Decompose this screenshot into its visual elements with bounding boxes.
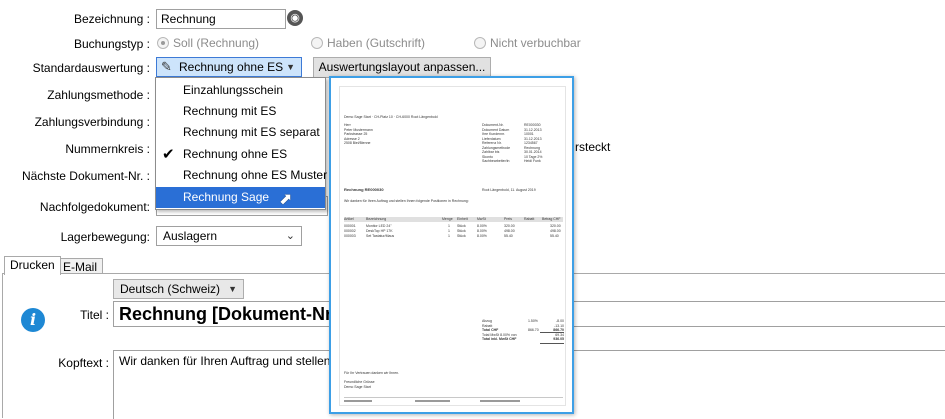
preview-total-rule [540,343,564,344]
preview-greeting-line: Freundliche Grüsse [344,380,375,384]
dropdown-item[interactable]: Rechnung mit ES separat [156,122,325,143]
preview-cell: 000003 [344,234,356,238]
preview-cell: Stück [457,229,466,233]
preview-cell: 320.00 [504,224,515,228]
preview-col: Rabatt [524,217,535,221]
preview-cell: 8.00% [477,229,487,233]
lagerbewegung-label: Lagerbewegung: [60,230,150,244]
preview-footer-text [480,400,520,402]
preview-meta-label: Sachbearbeiter/in [482,159,510,163]
preview-col: Betrag CHF [542,217,561,221]
preview-cell: 000002 [344,229,356,233]
preview-cell: 1 [448,229,450,233]
mouse-cursor-icon: ⬈ [279,191,293,208]
language-select[interactable]: Deutsch (Schweiz) ▼ [113,279,244,299]
radio-soll[interactable]: Soll (Rechnung) [157,36,259,50]
preview-cell: 55.40 [550,234,559,238]
preview-page: Demo Sage Start · CH-Platz 10 · CH-6000 … [339,86,566,406]
buchungstyp-label: Buchungstyp : [73,37,150,51]
naechste-dokument-label: Nächste Dokument-Nr. : [21,169,150,183]
standardauswertung-select[interactable]: ✎ Rechnung ohne ES ▼ [156,57,302,77]
preview-cell: 498.00 [550,229,561,233]
preview-intro: Wir danken für Ihren Auftrag und stellen… [344,199,469,203]
checkmark-icon: ✔ [162,146,175,163]
preview-closing: Für Ihr Vertrauen danken wir Ihnen. [344,371,400,375]
preview-cell: 1 [448,224,450,228]
preview-cell: 8.00% [477,224,487,228]
lagerbewegung-select[interactable]: Auslagern ⌄ [156,226,302,246]
standardauswertung-dropdown: Einzahlungsschein Rechnung mit ES Rechnu… [155,77,327,210]
chevron-down-icon: ▼ [228,284,237,294]
preview-header-line: Demo Sage Start · CH-Platz 10 · CH-6000 … [344,115,438,119]
layout-preview: Demo Sage Start · CH-Platz 10 · CH-6000 … [329,76,574,414]
titel-label: Titel : [80,308,109,322]
preview-total-value: 936.05 [553,337,564,341]
preview-footer-rule [344,397,563,398]
pencil-icon: ✎ [161,59,172,74]
dropdown-item[interactable]: Rechnung ohne ES [156,144,325,165]
language-value: Deutsch (Schweiz) [120,282,221,296]
preview-cell: 000001 [344,224,356,228]
dropdown-item[interactable]: Rechnung mit ES [156,101,325,122]
preview-footer-text [415,400,450,402]
bezeichnung-field[interactable]: Rechnung [156,9,286,29]
preview-total-rule [540,332,564,333]
globe-icon[interactable]: ◉ [287,10,303,26]
lagerbewegung-value: Auslagern [163,229,218,243]
radio-haben[interactable]: Haben (Gutschrift) [311,36,425,50]
nachfolgedokument-label: Nachfolgedokument: [39,200,150,214]
preview-cell: Monitor LED 24" [366,224,392,228]
zahlungsverbindung-label: Zahlungsverbindung : [34,115,150,129]
preview-cell: 8.00% [477,234,487,238]
preview-col: Artikel [344,217,354,221]
preview-totals-labels: Abzug Rabatt Total CHF Total MwSt 8.00% … [482,319,522,342]
preview-recipient-line: 2508 Biel/Bienne [344,141,371,145]
dropdown-item-selected[interactable]: Rechnung Sage [156,187,325,208]
preview-footer-text [344,400,372,402]
kopftext-label: Kopftext : [58,356,109,370]
standardauswertung-value: Rechnung ohne ES [179,60,284,74]
dropdown-item[interactable]: Rechnung ohne ES Muster [156,165,327,186]
versteckt-checkbox-label: rsteckt [575,140,611,154]
preview-place-date: Root Längenbold, 11. August 2019 [482,188,536,192]
preview-greeting: Freundliche Grüsse Demo Sage Start [344,380,375,389]
preview-cell: 320.00 [550,224,561,228]
auswertungslayout-button[interactable]: Auswertungslayout anpassen... [313,57,491,78]
tab-drucken[interactable]: Drucken [4,256,61,275]
preview-meta-labels: Dokument-Nr. Dokument Datum Ihre Kundenn… [482,123,524,164]
preview-col: Einheit [457,217,468,221]
preview-title: Rechnung RE000030 [344,187,384,192]
preview-col: Menge [442,217,453,221]
radio-haben-label: Haben (Gutschrift) [327,36,426,50]
preview-cell: Set Tastatur/Maus [366,234,395,238]
radio-nicht-label: Nicht verbuchbar [490,36,581,50]
preview-totals-values: -8.00 -13.10 866.70 69.34 936.05 [546,319,564,342]
preview-cell: 1 [448,234,450,238]
preview-col: Preis [504,217,512,221]
preview-table-header: Artikel Bezeichnung Menge Einheit MwSt P… [344,217,563,222]
preview-meta-values: RE000030 31.12.2013 10001 31.12.2013 123… [524,123,564,164]
dropdown-item[interactable]: Einzahlungsschein [156,80,325,101]
zahlungsmethode-label: Zahlungsmethode : [47,88,150,102]
radio-nicht-verbuchbar[interactable]: Nicht verbuchbar [474,36,581,50]
preview-meta-value: Heidi Funk [524,159,541,163]
standardauswertung-label: Standardauswertung : [32,61,150,75]
preview-cell: Stück [457,224,466,228]
preview-recipient: Herr Peter Mustermann Parkstrasse 25 Adr… [344,123,414,146]
preview-total-label: Total inkl. MwSt CHF [482,337,517,341]
radio-soll-label: Soll (Rechnung) [173,36,260,50]
preview-col: Bezeichnung [366,217,387,221]
preview-cell: Stück [457,234,466,238]
preview-greeting-line: Demo Sage Start [344,384,371,389]
nummernkreis-label: Nummernkreis : [65,142,150,156]
chevron-down-icon: ⌄ [285,230,295,242]
preview-cell: 55.40 [504,234,513,238]
preview-cell: DeskTop HP 17K [366,229,393,233]
bezeichnung-label: Bezeichnung : [73,12,150,26]
chevron-down-icon: ▼ [286,62,295,72]
preview-totals-mid: 1.50% 866.70 [528,319,542,333]
preview-col: MwSt [477,217,486,221]
preview-cell: 498.00 [504,229,515,233]
